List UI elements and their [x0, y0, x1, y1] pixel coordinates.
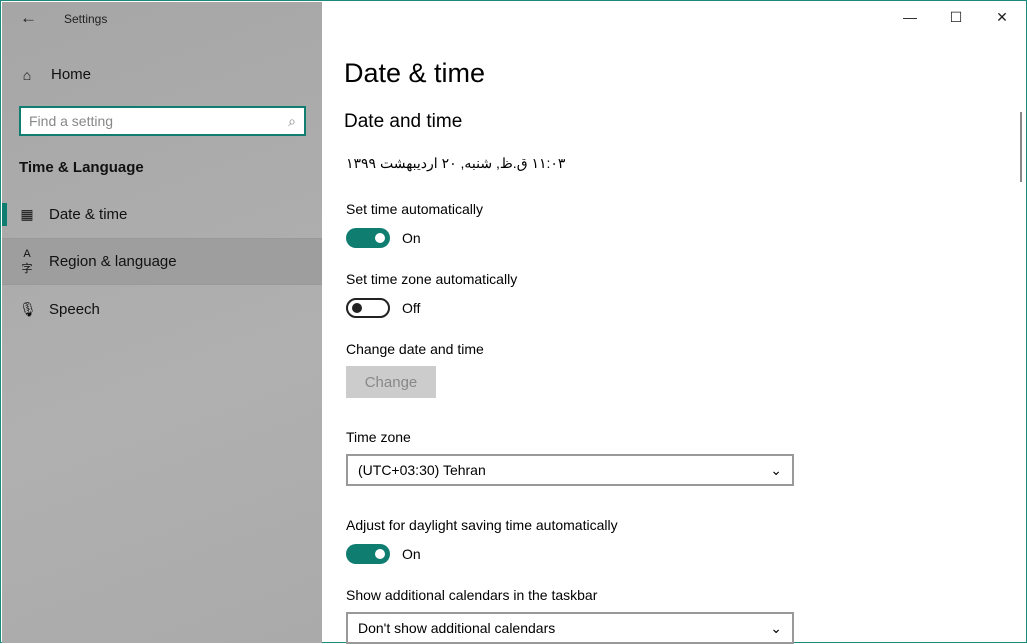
microphone-icon: 🎙︎	[19, 301, 37, 317]
main-content: — ☐ ✕ Date & time Date and time ۱۱:۰۳ ق.ظ,…	[323, 2, 1025, 644]
page-title: Date & time	[344, 58, 486, 88]
search-icon: ⌕	[288, 112, 296, 129]
set-tz-auto-toggle[interactable]: Off	[346, 298, 420, 318]
set-time-auto-toggle[interactable]: On	[346, 228, 421, 248]
timezone-label: Time zone	[346, 429, 411, 445]
toggle-state: Off	[402, 300, 421, 316]
dropdown-value: (UTC+03:30) Tehran	[358, 462, 486, 478]
dst-toggle[interactable]: On	[346, 544, 421, 564]
maximize-icon[interactable]: ☐	[933, 2, 979, 32]
dst-label: Adjust for daylight saving time automati…	[346, 517, 618, 533]
sidebar-item-region-language[interactable]: A字 Region & language	[2, 238, 322, 285]
toggle-switch[interactable]	[346, 298, 390, 318]
timezone-dropdown[interactable]: (UTC+03:30) Tehran ⌄	[346, 454, 794, 486]
home-icon: ⌂	[22, 66, 32, 83]
scrollbar[interactable]	[1020, 112, 1022, 182]
chevron-down-icon: ⌄	[770, 619, 782, 636]
minimize-icon[interactable]: —	[887, 2, 933, 32]
sidebar-item-date-time[interactable]: ▦ Date & time	[2, 191, 322, 238]
set-tz-auto-label: Set time zone automatically	[346, 271, 518, 287]
toggle-switch[interactable]	[346, 544, 390, 564]
close-icon[interactable]: ✕	[979, 2, 1025, 32]
sidebar-item-speech[interactable]: 🎙︎ Speech	[2, 286, 322, 333]
change-button[interactable]: Change	[346, 366, 436, 398]
toggle-switch[interactable]	[346, 228, 390, 248]
settings-window: ← Settings ⌂ Home Find a setting ⌕ Time & …	[0, 0, 1027, 644]
sidebar-item-label: Region & language	[49, 253, 177, 270]
toggle-state: On	[402, 230, 421, 246]
change-date-label: Change date and time	[346, 341, 484, 357]
dropdown-value: Don't show additional calendars	[358, 620, 556, 636]
home-label: Home	[51, 66, 92, 83]
chevron-down-icon: ⌄	[770, 461, 782, 478]
sidebar-home[interactable]: ⌂ Home	[19, 66, 91, 83]
calendars-dropdown[interactable]: Don't show additional calendars ⌄	[346, 612, 794, 644]
sidebar-item-label: Date & time	[49, 206, 128, 223]
current-datetime: ۱۱:۰۳ ق.ظ, شنبه, ۲۰ اردیبهشت ۱۳۹۹	[346, 155, 566, 171]
search-input[interactable]: Find a setting ⌕	[19, 106, 306, 136]
calendars-label: Show additional calendars in the taskbar	[346, 587, 598, 603]
language-icon: A字	[21, 247, 33, 275]
set-time-auto-label: Set time automatically	[346, 201, 483, 217]
sidebar: ← Settings ⌂ Home Find a setting ⌕ Time & …	[2, 2, 322, 643]
back-arrow-icon[interactable]: ←	[20, 8, 37, 28]
calendar-clock-icon: ▦	[20, 206, 34, 222]
section-title: Date and time	[344, 111, 463, 132]
sidebar-item-label: Speech	[49, 301, 100, 318]
search-placeholder: Find a setting	[29, 113, 114, 129]
app-title: Settings	[64, 12, 108, 26]
toggle-state: On	[402, 546, 421, 562]
section-heading: Time & Language	[19, 159, 144, 176]
